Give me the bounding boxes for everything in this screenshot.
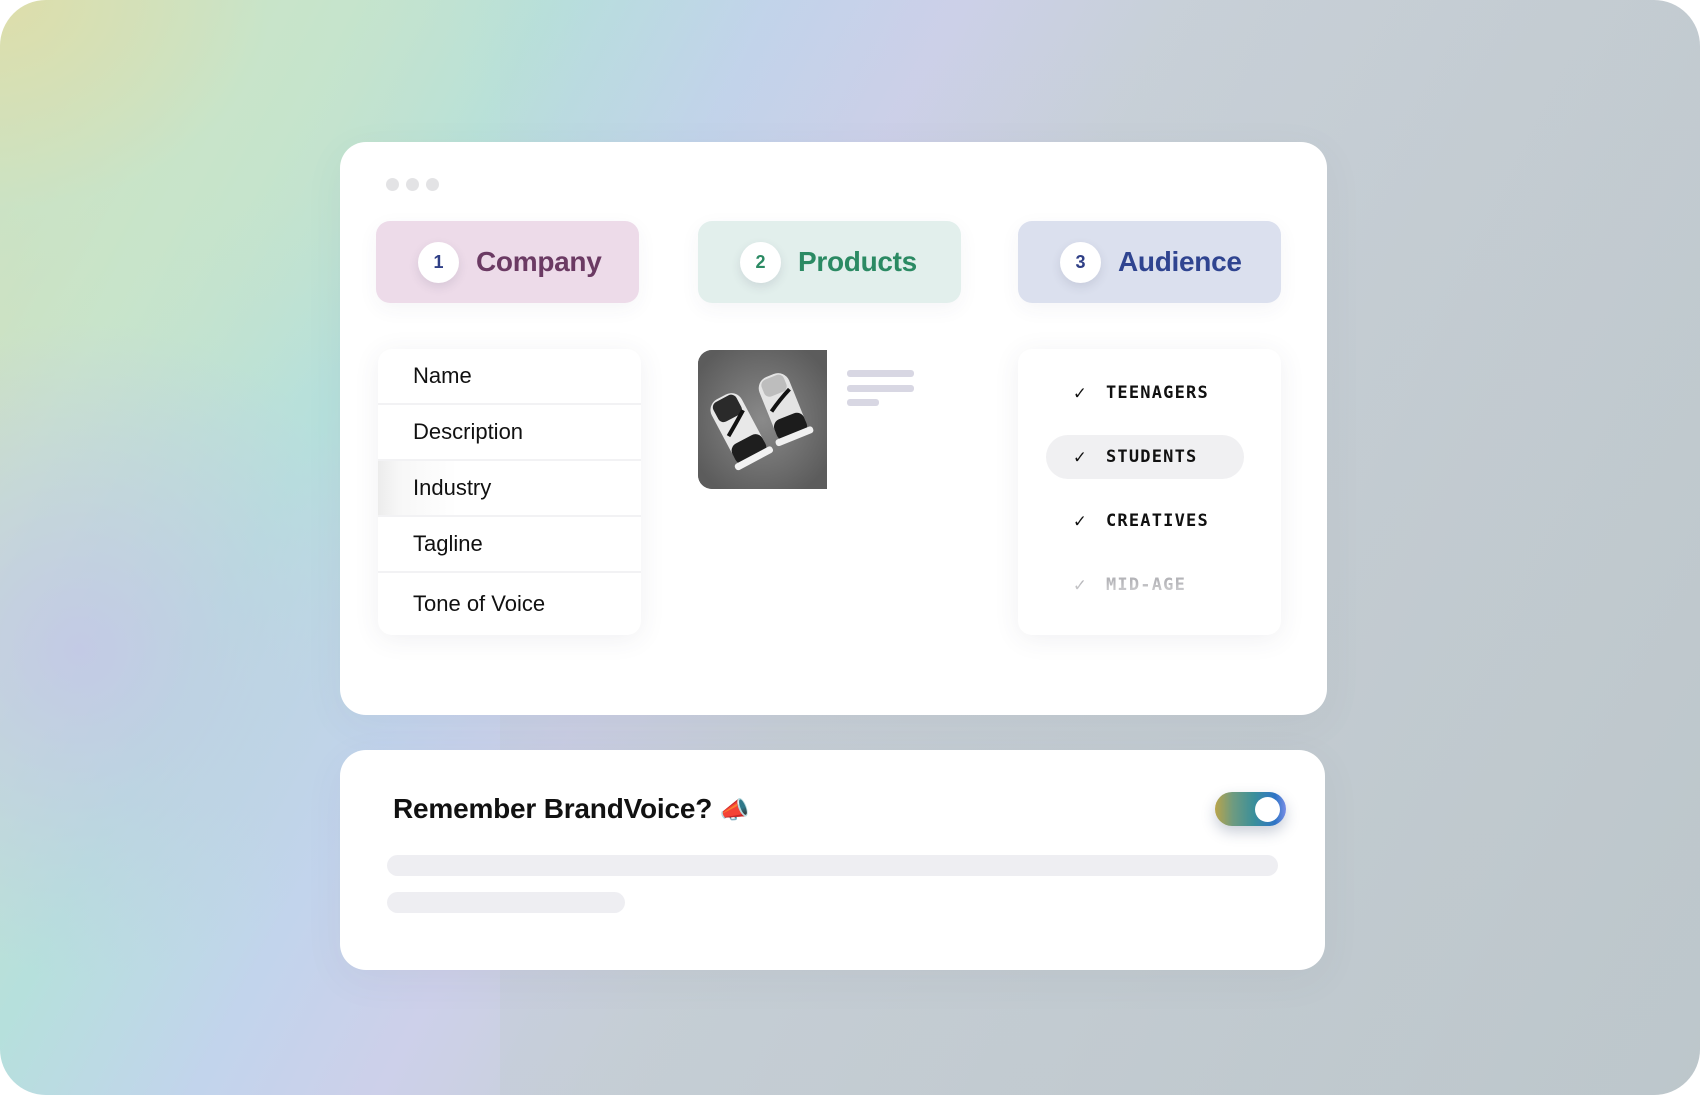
tab-audience[interactable]: 3 Audience [1018,221,1281,303]
audience-label: STUDENTS [1106,447,1198,467]
text-placeholder-bar [387,855,1278,876]
sneakers-icon [698,350,827,489]
check-icon: ✓ [1074,574,1087,596]
megaphone-icon: 📣 [719,797,750,824]
field-industry[interactable]: Industry [378,461,641,517]
audience-option-students[interactable]: ✓ STUDENTS [1046,435,1244,479]
audience-label: CREATIVES [1106,511,1209,531]
field-description[interactable]: Description [378,405,641,461]
memory-title-text: Remember BrandVoice? [393,793,713,824]
step-number-badge: 3 [1060,241,1101,283]
remember-toggle[interactable] [1215,792,1286,826]
audience-option-teenagers[interactable]: ✓ TEENAGERS [1046,371,1244,415]
toggle-knob [1255,797,1280,822]
check-icon: ✓ [1074,446,1087,468]
window-dot-icon [406,178,419,191]
tab-products[interactable]: 2 Products [698,221,961,303]
window-dot-icon [426,178,439,191]
company-fields-list: Name Description Industry Tagline Tone o… [378,349,641,635]
step-number-badge: 1 [418,241,459,283]
audience-option-mid-age[interactable]: ✓ MID-AGE [1046,563,1244,607]
product-image[interactable] [698,350,827,489]
product-text-placeholder [847,399,879,406]
check-icon: ✓ [1074,510,1087,532]
text-placeholder-bar [387,892,625,913]
audience-label: MID-AGE [1106,575,1187,595]
audience-option-creatives[interactable]: ✓ CREATIVES [1046,499,1244,543]
audience-list: ✓ TEENAGERS ✓ STUDENTS ✓ CREATIVES ✓ MID… [1018,349,1281,635]
tab-label: Products [798,246,917,277]
step-number-badge: 2 [740,241,781,283]
window-dot-icon [386,178,399,191]
tab-company[interactable]: 1 Company [376,221,639,303]
window-controls [386,178,439,191]
field-tone-of-voice[interactable]: Tone of Voice [378,573,641,635]
field-tagline[interactable]: Tagline [378,517,641,573]
tab-label: Audience [1118,246,1242,277]
product-text-placeholder [847,370,914,377]
check-icon: ✓ [1074,382,1087,404]
field-name[interactable]: Name [378,349,641,405]
memory-title: Remember BrandVoice? 📣 [393,793,750,825]
audience-label: TEENAGERS [1106,383,1209,403]
product-text-placeholder [847,385,914,392]
tab-label: Company [476,246,602,277]
